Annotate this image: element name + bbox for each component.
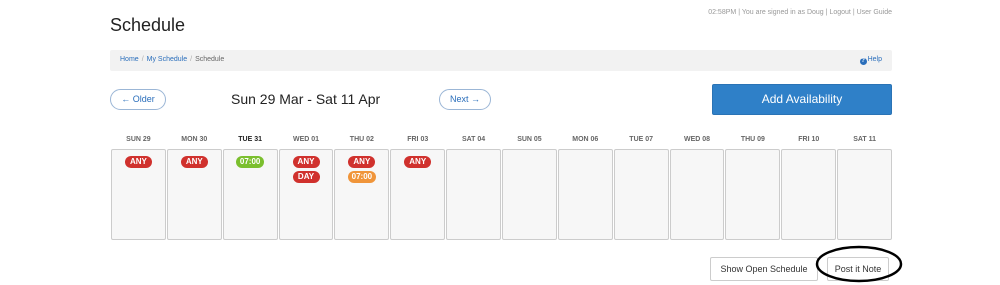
older-button[interactable]: ← Older: [110, 89, 166, 110]
breadcrumb-my-schedule[interactable]: My Schedule: [147, 56, 187, 63]
day-column: TUE 31 07:00: [222, 136, 278, 240]
day-cell[interactable]: [502, 149, 557, 240]
day-label: SAT 04: [461, 136, 486, 143]
day-cell[interactable]: [837, 149, 893, 240]
availability-badge[interactable]: DAY: [292, 171, 320, 183]
day-cell[interactable]: ANY 07:00: [334, 149, 390, 240]
day-label: FRI 03: [407, 136, 429, 143]
date-range-label: Sun 29 Mar - Sat 11 Apr: [231, 91, 381, 107]
day-cell[interactable]: ANY: [390, 149, 446, 240]
signed-in-text: You are signed in as Doug: [741, 9, 824, 16]
day-label: SAT 11: [853, 136, 877, 143]
availability-badge[interactable]: ANY: [292, 156, 320, 168]
show-open-schedule-button[interactable]: Show Open Schedule: [710, 257, 818, 281]
breadcrumb-current: Schedule: [195, 56, 225, 63]
help-label: Help: [867, 56, 882, 63]
day-column: MON 30 ANY: [166, 136, 222, 240]
post-it-note-button[interactable]: Post it Note: [827, 257, 889, 281]
day-column: WED 01 ANY DAY: [278, 136, 334, 240]
day-column: THU 09: [725, 136, 781, 240]
day-column: SAT 11: [837, 136, 893, 240]
day-label: MON 06: [572, 136, 599, 143]
day-column: FRI 10: [781, 136, 837, 240]
help-link[interactable]: ? Help: [859, 56, 882, 65]
current-time: 02:58PM: [708, 9, 737, 16]
day-column: WED 08: [669, 136, 725, 240]
day-label: WED 01: [292, 136, 320, 143]
day-column: THU 02 ANY 07:00: [334, 136, 390, 240]
user-guide-link[interactable]: User Guide: [857, 9, 892, 16]
add-availability-button[interactable]: Add Availability: [712, 84, 892, 115]
availability-badge[interactable]: ANY: [348, 156, 376, 168]
availability-badge[interactable]: 07:00: [347, 171, 377, 183]
day-cell[interactable]: ANY DAY: [278, 149, 334, 240]
availability-badge[interactable]: ANY: [404, 156, 432, 168]
availability-badge[interactable]: ANY: [180, 156, 208, 168]
day-label: THU 02: [349, 136, 374, 143]
day-cell[interactable]: ANY: [111, 149, 166, 240]
day-label: SUN 05: [517, 136, 542, 143]
day-label: SUN 29: [126, 136, 151, 143]
day-cell[interactable]: 07:00: [222, 149, 278, 240]
availability-badge[interactable]: ANY: [124, 156, 152, 168]
day-label: TUE 07: [629, 136, 654, 143]
day-label: THU 09: [740, 136, 765, 143]
day-column: MON 06: [557, 136, 613, 240]
breadcrumb: Home / My Schedule / Schedule: [120, 56, 225, 63]
schedule-grid: SUN 29 ANY MON 30 ANY TUE 31 07:00 WED 01 ANY DA…: [111, 136, 893, 240]
breadcrumb-bar: Home / My Schedule / Schedule ? Help: [110, 50, 892, 71]
day-column: FRI 03 ANY: [390, 136, 446, 240]
day-column: SUN 29 ANY: [111, 136, 166, 240]
page-title: Schedule: [110, 15, 186, 35]
day-label: MON 30: [181, 136, 208, 143]
day-column: TUE 07: [613, 136, 669, 240]
question-circle-icon: ?: [859, 58, 867, 65]
day-cell[interactable]: [613, 149, 669, 240]
availability-badge[interactable]: 07:00: [235, 156, 265, 168]
logout-link[interactable]: Logout: [829, 9, 850, 16]
top-bar: 02:58PM | You are signed in as Doug | Lo…: [708, 9, 892, 16]
day-column: SAT 04: [446, 136, 502, 240]
breadcrumb-home[interactable]: Home: [120, 56, 139, 63]
next-button[interactable]: Next →: [439, 89, 491, 110]
day-cell[interactable]: [669, 149, 725, 240]
day-column: SUN 05: [502, 136, 557, 240]
day-cell[interactable]: [725, 149, 781, 240]
day-label: TUE 31: [238, 136, 263, 143]
day-label: FRI 10: [798, 136, 820, 143]
day-cell[interactable]: [446, 149, 502, 240]
day-label: WED 08: [683, 136, 711, 143]
day-cell[interactable]: [781, 149, 837, 240]
day-cell[interactable]: [557, 149, 613, 240]
day-cell[interactable]: ANY: [166, 149, 222, 240]
